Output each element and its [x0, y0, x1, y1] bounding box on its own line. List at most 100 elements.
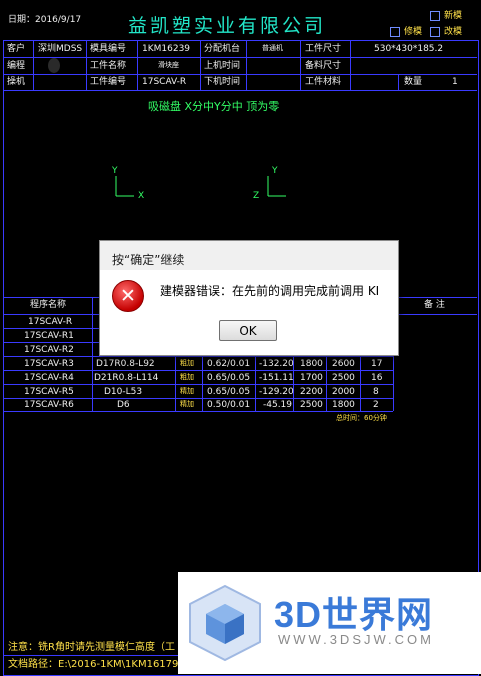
- grid-line: [200, 40, 201, 90]
- table-cell: 0.65/0.05: [207, 373, 251, 383]
- repair-mold-label: 修模: [404, 27, 423, 37]
- info-label: 工件编号: [90, 77, 127, 87]
- info-value: 530*430*185.2: [374, 44, 444, 54]
- info-label: 工件材料: [305, 77, 342, 87]
- table-cell: 0.62/0.01: [207, 359, 251, 369]
- watermark-overlay: 3D世界网 WWW.3DSJW.COM: [178, 572, 481, 674]
- table-cell: 精加: [180, 400, 194, 408]
- watermark-text: 3D世界网: [274, 594, 434, 635]
- cube-logo-icon: [189, 584, 261, 662]
- error-dialog: 按“确定”继续 ✕ 建模器错误：在先前的调用完成前调用 KI OK: [99, 240, 399, 356]
- dialog-body: ✕ 建模器错误：在先前的调用完成前调用 KI OK: [100, 270, 398, 355]
- modify-mold-checkbox[interactable]: [430, 27, 440, 37]
- grid-line: [137, 40, 138, 90]
- table-line: [175, 356, 176, 411]
- table-cell: 0.65/0.05: [207, 387, 251, 397]
- table-cell: 1800: [300, 359, 323, 369]
- modify-mold-label: 改模: [444, 27, 463, 37]
- table-cell: 精加: [180, 387, 194, 395]
- table-line: [360, 356, 361, 411]
- table-cell: 8: [373, 387, 379, 397]
- info-label: 操机: [7, 77, 26, 87]
- info-value: 深圳MDSS: [38, 44, 83, 54]
- table-cell: -132.20: [259, 359, 294, 369]
- table-cell: 2: [373, 400, 379, 410]
- table-cell: 17: [371, 359, 383, 369]
- cursor-blob: [48, 58, 60, 73]
- info-label: 客户: [7, 44, 26, 54]
- table-row-name: 17SCAV-R1: [24, 331, 74, 341]
- footer-path: 文档路径：E:\2016-1KM\1KM16179: [8, 659, 179, 670]
- table-line: [3, 384, 393, 385]
- table-line: [202, 356, 203, 411]
- table-cell: 1700: [300, 373, 323, 383]
- grid-line: [3, 57, 477, 58]
- table-header: 程序名称: [30, 300, 67, 310]
- info-value: 17SCAV-R: [142, 77, 187, 87]
- table-line: [3, 398, 393, 399]
- table-cell: D17R0.8-L92: [96, 359, 155, 369]
- axis-label: Y: [112, 166, 118, 176]
- table-line: [326, 356, 327, 411]
- info-label: 上机时间: [204, 61, 241, 71]
- new-mold-label: 新模: [444, 11, 463, 21]
- grid-line: [3, 90, 477, 91]
- axis-label: X: [138, 191, 145, 201]
- info-label: 工件名称: [90, 61, 127, 71]
- table-line: [255, 356, 256, 411]
- table-cell: 2500: [300, 400, 323, 410]
- axis-label: Y: [272, 166, 278, 176]
- info-label: 编程: [7, 61, 26, 71]
- grid-line: [3, 74, 477, 75]
- info-label: 分配机台: [204, 44, 241, 54]
- grid-line: [246, 40, 247, 90]
- table-cell: 16: [371, 373, 383, 383]
- table-row-name: 17SCAV-R: [28, 317, 73, 327]
- table-row-name: 17SCAV-R6: [24, 400, 74, 410]
- table-cell: 2500: [332, 373, 355, 383]
- table-cell: 2600: [332, 359, 355, 369]
- table-cell: 2000: [332, 387, 355, 397]
- table-row-name: 17SCAV-R3: [24, 359, 74, 369]
- error-x-icon: ✕: [112, 280, 144, 312]
- table-line: [92, 297, 93, 411]
- grid-line: [300, 40, 301, 90]
- company-title: 益凯塑实业有限公司: [128, 15, 327, 37]
- ok-button[interactable]: OK: [219, 320, 277, 341]
- cad-drawing-sheet: 日期：2016/9/17 益凯塑实业有限公司 新模 修模 改模 客户 深圳MDS…: [0, 0, 481, 676]
- table-cell: 2200: [300, 387, 323, 397]
- table-cell: -45.19: [263, 400, 293, 410]
- info-label: 备料尺寸: [305, 61, 342, 71]
- grid-line: [86, 40, 87, 90]
- watermark-url: WWW.3DSJW.COM: [278, 632, 434, 647]
- footer-note: 注意：铣R角时请先测量模仁高度（工: [8, 642, 175, 653]
- info-value: 1KM16239: [142, 44, 191, 54]
- table-row-name: 17SCAV-R4: [24, 373, 74, 383]
- table-cell: -129.20: [259, 387, 294, 397]
- info-label: 数量: [404, 77, 423, 87]
- table-cell: D10-L53: [104, 387, 143, 397]
- total-time: 总时间：60分钟: [336, 414, 387, 422]
- dialog-title: 按“确定”继续: [112, 253, 185, 267]
- grid-line: [33, 40, 34, 90]
- info-label: 下机时间: [204, 77, 241, 87]
- table-cell: 粗加: [180, 373, 194, 381]
- table-row-name: 17SCAV-R2: [24, 345, 74, 355]
- table-cell: 1800: [332, 400, 355, 410]
- info-value: 普通机: [262, 44, 283, 52]
- info-label: 模具编号: [90, 44, 127, 54]
- table-header: 备 注: [424, 300, 445, 310]
- date-label: 日期：2016/9/17: [8, 15, 82, 25]
- info-label: 工件尺寸: [305, 44, 342, 54]
- grid-line: [398, 74, 399, 90]
- yz-axis-icon: [267, 176, 286, 197]
- new-mold-checkbox[interactable]: [430, 11, 440, 21]
- table-line: [3, 411, 393, 412]
- repair-mold-checkbox[interactable]: [390, 27, 400, 37]
- grid-line: [350, 40, 351, 90]
- table-cell: D21R0.8-L114: [94, 373, 159, 383]
- table-cell: 0.50/0.01: [207, 400, 251, 410]
- footer-line: [3, 655, 178, 656]
- axis-label: Z: [253, 191, 260, 201]
- table-cell: 粗加: [180, 359, 194, 367]
